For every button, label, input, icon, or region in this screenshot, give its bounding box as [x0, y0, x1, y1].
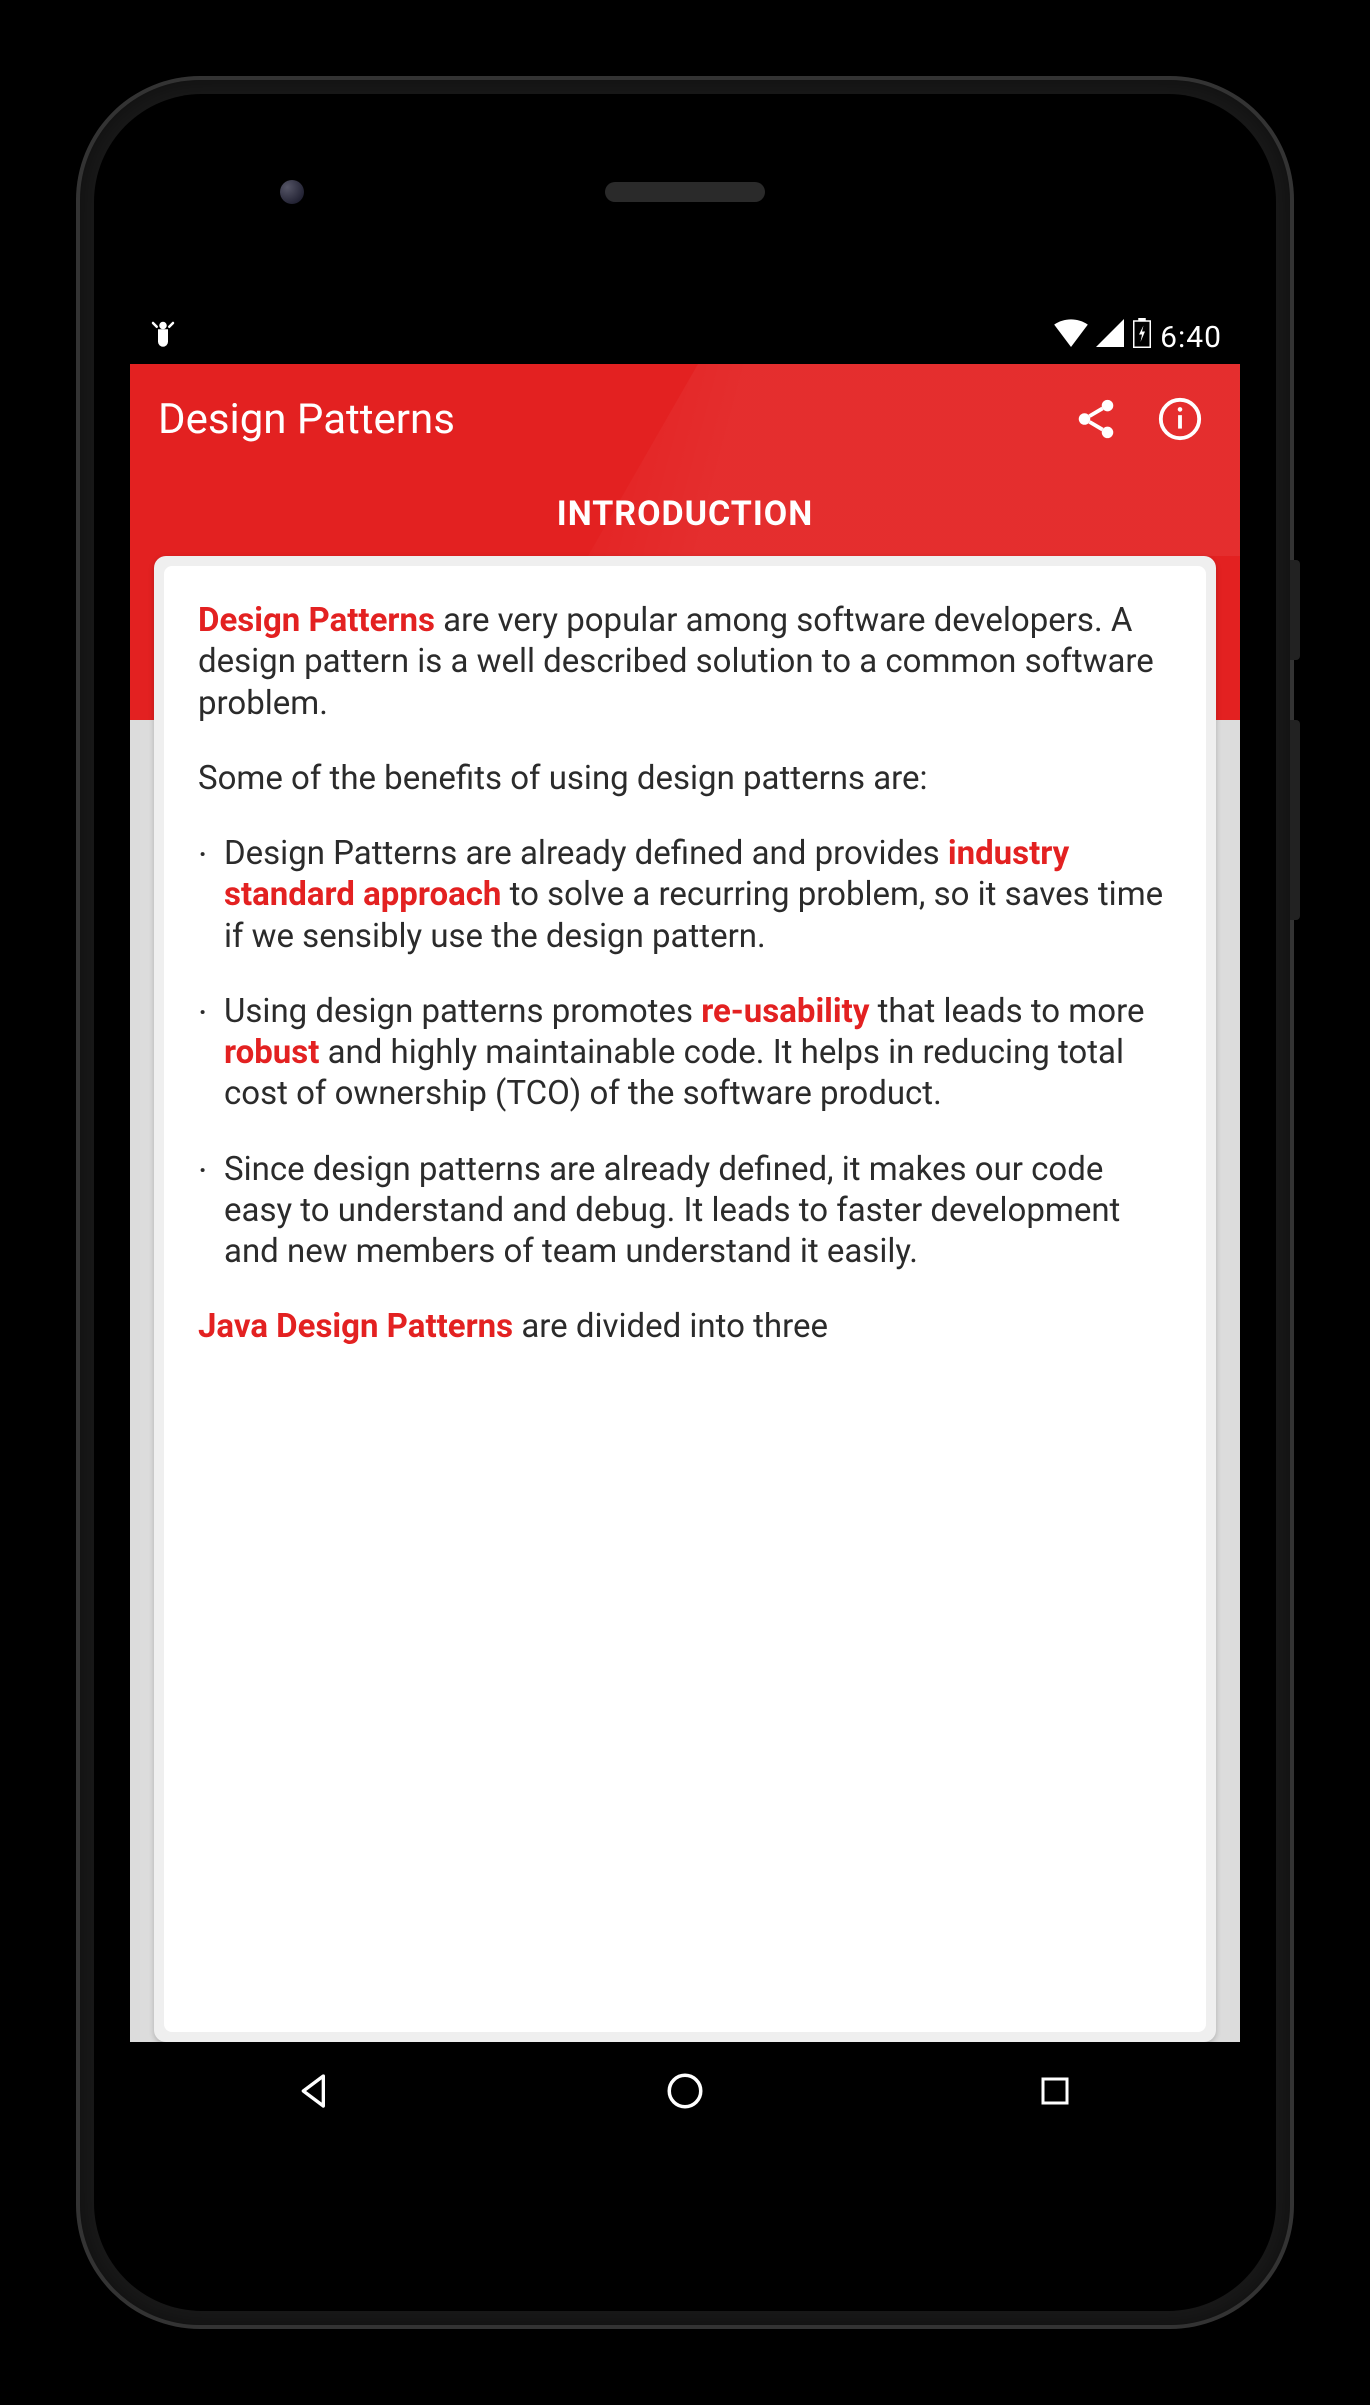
info-button[interactable]: [1148, 387, 1212, 451]
content-card[interactable]: Design Patterns are very popular among s…: [164, 566, 1206, 2032]
outro-lead: Java Design Patterns: [198, 1307, 513, 1346]
list-item: Since design patterns are already define…: [198, 1149, 1172, 1273]
intro-lead: Design Patterns: [198, 601, 435, 640]
home-button[interactable]: [635, 2061, 735, 2121]
appbar-title: Design Patterns: [158, 395, 1044, 444]
appbar: Design Patterns: [130, 364, 1240, 474]
cellular-icon: [1096, 319, 1124, 355]
back-button[interactable]: [265, 2061, 365, 2121]
screen: 6:40 Design Patterns INTRODUCTION Design…: [130, 310, 1240, 2140]
section-header: INTRODUCTION: [130, 474, 1240, 562]
android-navbar: [130, 2042, 1240, 2140]
debug-icon: [148, 318, 178, 356]
list-item: Using design patterns promotes re-usabil…: [198, 991, 1172, 1115]
benefits-list: Design Patterns are already defined and …: [198, 833, 1172, 1272]
volume-button: [1290, 720, 1300, 920]
outro-paragraph: Java Design Patterns are divided into th…: [198, 1306, 1172, 1347]
earpiece: [605, 182, 765, 202]
front-camera: [280, 180, 304, 204]
battery-charging-icon: [1132, 318, 1152, 356]
content-area: Design Patterns are very popular among s…: [130, 556, 1240, 2042]
share-button[interactable]: [1064, 387, 1128, 451]
phone-frame: 6:40 Design Patterns INTRODUCTION Design…: [80, 80, 1290, 2325]
outro-rest: are divided into three: [513, 1307, 828, 1346]
power-button: [1290, 560, 1300, 660]
card-outer: Design Patterns are very popular among s…: [154, 556, 1216, 2042]
status-time: 6:40: [1160, 320, 1222, 355]
wifi-icon: [1054, 319, 1088, 355]
intro-paragraph: Design Patterns are very popular among s…: [198, 600, 1172, 724]
benefits-heading: Some of the benefits of using design pat…: [198, 758, 1172, 799]
recents-button[interactable]: [1005, 2061, 1105, 2121]
status-bar: 6:40: [130, 310, 1240, 364]
list-item: Design Patterns are already defined and …: [198, 833, 1172, 957]
